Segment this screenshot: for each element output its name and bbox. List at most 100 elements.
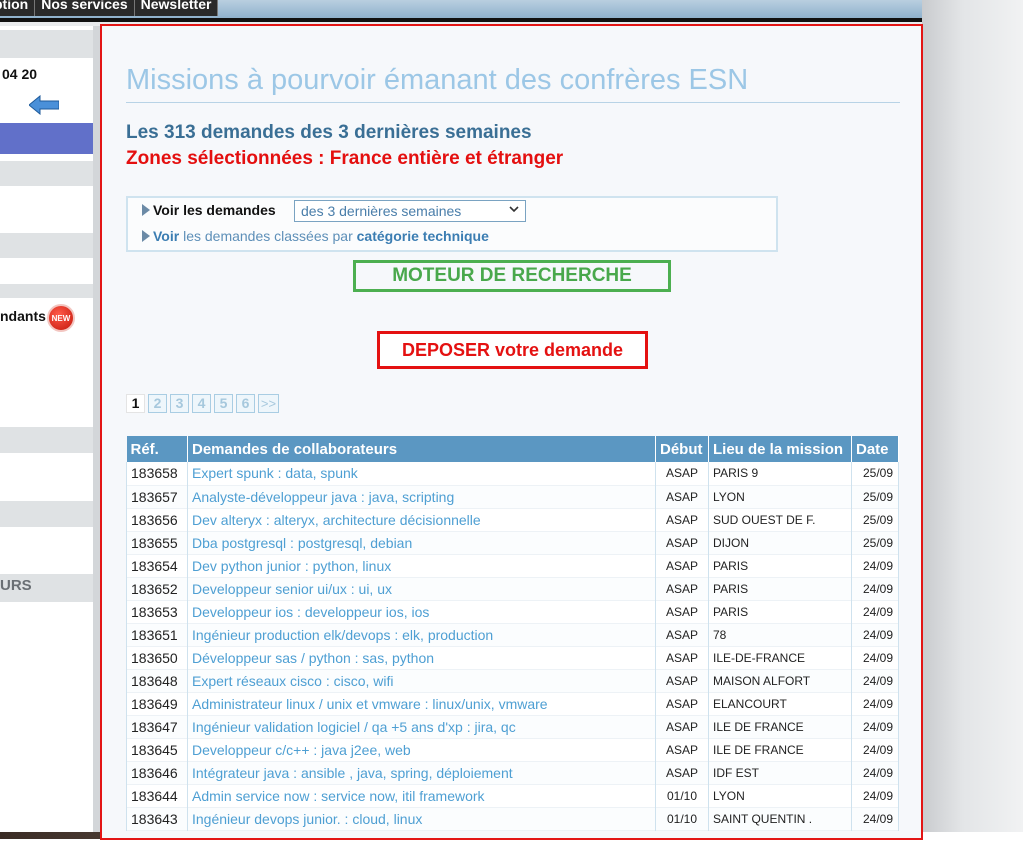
sidebar-section[interactable] bbox=[0, 233, 93, 258]
back-arrow-icon[interactable] bbox=[29, 95, 59, 115]
table-row[interactable]: 183658 Expert spunk : data, spunk ASAP PARI… bbox=[126, 462, 899, 485]
category-link[interactable]: catégorie technique bbox=[357, 228, 489, 244]
cell-date: 24/09 bbox=[851, 600, 899, 623]
page-link-3[interactable]: 3 bbox=[170, 394, 189, 413]
cell-demand-link[interactable]: Expert réseaux cisco : cisco, wifi bbox=[187, 669, 656, 692]
cell-demand-link[interactable]: Developpeur senior ui/ux : ui, ux bbox=[187, 577, 656, 600]
page-link-6[interactable]: 6 bbox=[236, 394, 255, 413]
cell-date: 24/09 bbox=[851, 669, 899, 692]
cell-start: ASAP bbox=[655, 646, 709, 669]
page-link-next[interactable]: >> bbox=[258, 394, 279, 413]
cell-date: 25/09 bbox=[851, 485, 899, 508]
cell-demand-link[interactable]: Développeur sas / python : sas, python bbox=[187, 646, 656, 669]
cell-location: 78 bbox=[708, 623, 852, 646]
cell-location: ILE-DE-FRANCE bbox=[708, 646, 852, 669]
cell-demand-link[interactable]: Developpeur ios : developpeur ios, ios bbox=[187, 600, 656, 623]
table-row[interactable]: 183651 Ingénieur production elk/devops : … bbox=[126, 623, 899, 646]
cell-demand-link[interactable]: Administrateur linux / unix et vmware : … bbox=[187, 692, 656, 715]
cell-demand-link[interactable]: Analyste-développeur java : java, script… bbox=[187, 485, 656, 508]
cell-ref: 183654 bbox=[126, 554, 188, 577]
page-link-1[interactable]: 1 bbox=[126, 394, 145, 413]
cell-demand-link[interactable]: Developpeur c/c++ : java j2ee, web bbox=[187, 738, 656, 761]
cell-demand-link[interactable]: Ingénieur production elk/devops : elk, p… bbox=[187, 623, 656, 646]
demands-table: Réf. Demandes de collaborateurs Début Li… bbox=[126, 436, 899, 831]
cell-ref: 183652 bbox=[126, 577, 188, 600]
table-row[interactable]: 183643 Ingénieur devops junior. : cloud, … bbox=[126, 807, 899, 830]
cell-ref: 183655 bbox=[126, 531, 188, 554]
page-link-4[interactable]: 4 bbox=[192, 394, 211, 413]
sidebar-header-block bbox=[0, 30, 93, 58]
period-select[interactable]: des 3 dernières semaines bbox=[294, 200, 526, 222]
sidebar-active-item[interactable] bbox=[0, 123, 93, 154]
table-row[interactable]: 183648 Expert réseaux cisco : cisco, wifi… bbox=[126, 669, 899, 692]
cell-location: SUD OUEST DE F. bbox=[708, 508, 852, 531]
cell-demand-link[interactable]: Ingénieur devops junior. : cloud, linux bbox=[187, 807, 656, 830]
cell-location: ILE DE FRANCE bbox=[708, 715, 852, 738]
cell-demand-link[interactable]: Admin service now : service now, itil fr… bbox=[187, 784, 656, 807]
main-panel: Missions à pourvoir émanant des confrère… bbox=[100, 24, 923, 840]
table-row[interactable]: 183647 Ingénieur validation logiciel / qa… bbox=[126, 715, 899, 738]
filter-label: Voir les demandes bbox=[153, 202, 276, 218]
col-header-start: Début bbox=[655, 436, 709, 462]
cell-demand-link[interactable]: Intégrateur java : ansible , java, sprin… bbox=[187, 761, 656, 784]
nav-tab-services[interactable]: Nos services bbox=[35, 0, 135, 16]
category-link-text[interactable]: les demandes classées par bbox=[179, 228, 356, 244]
cell-date: 24/09 bbox=[851, 623, 899, 646]
cell-location: PARIS 9 bbox=[708, 462, 852, 485]
demand-count-heading: Les 313 demandes des 3 dernières semaine… bbox=[126, 122, 532, 143]
table-header-row: Réf. Demandes de collaborateurs Début Li… bbox=[126, 436, 899, 462]
cell-date: 24/09 bbox=[851, 784, 899, 807]
cell-ref: 183643 bbox=[126, 807, 188, 830]
cell-location: PARIS bbox=[708, 600, 852, 623]
cell-location: ELANCOURT bbox=[708, 692, 852, 715]
submit-request-button[interactable]: DEPOSER votre demande bbox=[377, 331, 648, 369]
cell-demand-link[interactable]: Ingénieur validation logiciel / qa +5 an… bbox=[187, 715, 656, 738]
table-row[interactable]: 183656 Dev alteryx : alteryx, architectur… bbox=[126, 508, 899, 531]
sidebar-section[interactable] bbox=[0, 427, 93, 453]
sidebar-section[interactable] bbox=[0, 161, 93, 186]
nav-tab-inscription[interactable]: ption bbox=[0, 0, 36, 16]
filter-row-period: Voir les demandes bbox=[142, 202, 276, 218]
table-row[interactable]: 183653 Developpeur ios : developpeur ios,… bbox=[126, 600, 899, 623]
sidebar-item-urs[interactable]: URS bbox=[0, 577, 32, 594]
chevron-down-icon bbox=[509, 206, 519, 213]
voir-link[interactable]: Voir bbox=[153, 228, 179, 244]
table-row[interactable]: 183649 Administrateur linux / unix et vmw… bbox=[126, 692, 899, 715]
cell-start: ASAP bbox=[655, 623, 709, 646]
cell-start: ASAP bbox=[655, 761, 709, 784]
cell-start: ASAP bbox=[655, 715, 709, 738]
cell-start: ASAP bbox=[655, 462, 709, 485]
cell-date: 24/09 bbox=[851, 646, 899, 669]
page-link-2[interactable]: 2 bbox=[148, 394, 167, 413]
cell-date: 25/09 bbox=[851, 462, 899, 485]
cell-ref: 183657 bbox=[126, 485, 188, 508]
sidebar-item-independants[interactable]: ndants bbox=[0, 308, 46, 324]
cell-demand-link[interactable]: Dev alteryx : alteryx, architecture déci… bbox=[187, 508, 656, 531]
cell-date: 24/09 bbox=[851, 761, 899, 784]
triangle-bullet-icon bbox=[142, 204, 150, 216]
sidebar-divider bbox=[0, 284, 93, 298]
table-row[interactable]: 183644 Admin service now : service now, i… bbox=[126, 784, 899, 807]
page-link-5[interactable]: 5 bbox=[214, 394, 233, 413]
search-engine-button[interactable]: MOTEUR DE RECHERCHE bbox=[353, 260, 671, 292]
table-row[interactable]: 183655 Dba postgresql : postgresql, debia… bbox=[126, 531, 899, 554]
nav-tab-newsletter[interactable]: Newsletter bbox=[134, 0, 219, 16]
cell-demand-link[interactable]: Dba postgresql : postgresql, debian bbox=[187, 531, 656, 554]
table-row[interactable]: 183657 Analyste-développeur java : java, … bbox=[126, 485, 899, 508]
table-row[interactable]: 183645 Developpeur c/c++ : java j2ee, web… bbox=[126, 738, 899, 761]
cell-location: MAISON ALFORT bbox=[708, 669, 852, 692]
table-row[interactable]: 183646 Intégrateur java : ansible , java,… bbox=[126, 761, 899, 784]
cell-demand-link[interactable]: Dev python junior : python, linux bbox=[187, 554, 656, 577]
cell-demand-link[interactable]: Expert spunk : data, spunk bbox=[187, 462, 656, 485]
table-row[interactable]: 183654 Dev python junior : python, linux A… bbox=[126, 554, 899, 577]
cell-date: 24/09 bbox=[851, 807, 899, 830]
table-row[interactable]: 183650 Développeur sas / python : sas, py… bbox=[126, 646, 899, 669]
submit-request-strong: DEPOSER bbox=[401, 340, 490, 360]
col-header-location: Lieu de la mission bbox=[708, 436, 852, 462]
cell-ref: 183656 bbox=[126, 508, 188, 531]
sidebar-section[interactable] bbox=[0, 501, 93, 527]
cell-ref: 183647 bbox=[126, 715, 188, 738]
table-row[interactable]: 183652 Developpeur senior ui/ux : ui, ux A… bbox=[126, 577, 899, 600]
cell-location: ILE DE FRANCE bbox=[708, 738, 852, 761]
selected-zones-heading: Zones sélectionnées : France entière et … bbox=[126, 148, 564, 169]
